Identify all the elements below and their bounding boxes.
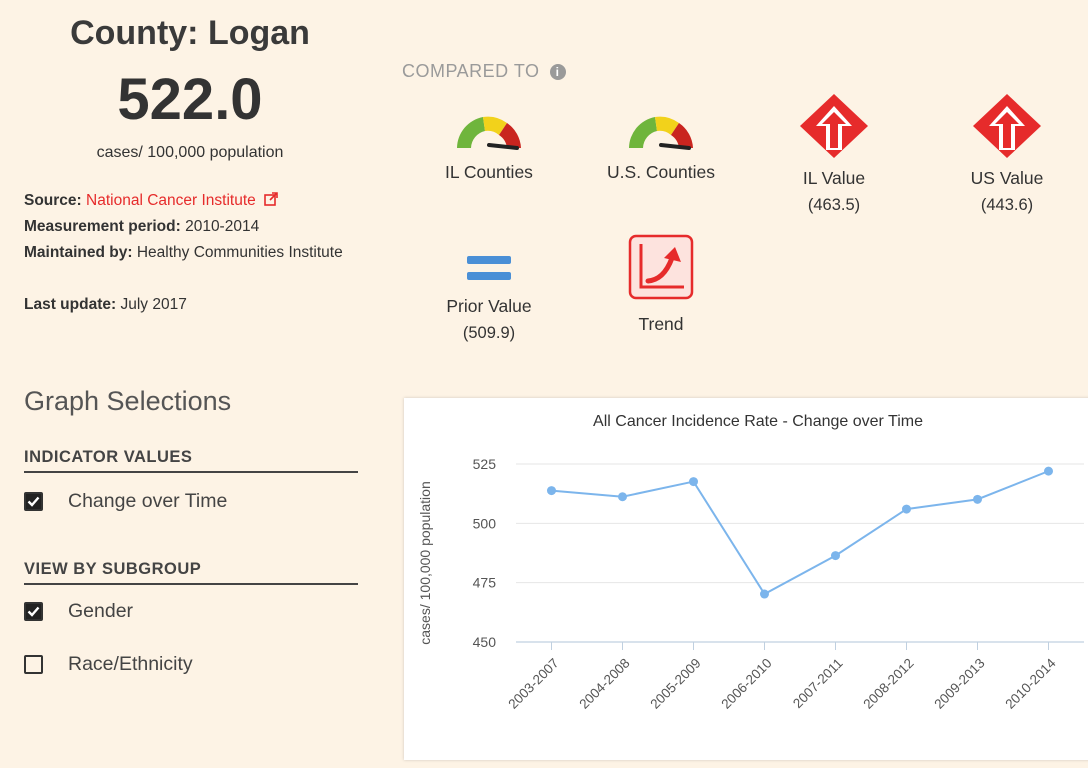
chart-title: All Cancer Incidence Rate - Change over …	[593, 413, 923, 430]
data-point	[902, 504, 911, 514]
update-value: July 2017	[120, 296, 187, 313]
compared-to-heading: COMPARED TO i	[402, 61, 566, 82]
last-update-line: Last update: July 2017	[24, 292, 364, 317]
us-value-label: US Value	[970, 168, 1044, 188]
series-line	[551, 470, 1049, 596]
x-tick-label: 2008-2012	[860, 656, 916, 712]
x-tick-label: 2005-2009	[647, 656, 703, 712]
checkmark-icon	[27, 606, 40, 617]
measurement-period-line: Measurement period: 2010-2014	[24, 214, 364, 239]
equals-icon	[467, 256, 511, 280]
indicator-unit: cases/ 100,000 population	[96, 144, 284, 161]
gender-label[interactable]: Gender	[68, 600, 133, 623]
gender-option[interactable]: Gender	[24, 600, 133, 623]
gauge-icon	[457, 116, 521, 150]
compare-il-value[interactable]: IL Value (463.5)	[754, 92, 914, 217]
data-point	[618, 492, 627, 502]
maintained-by-line: Maintained by: Healthy Communities Insti…	[24, 240, 354, 265]
period-label: Measurement period:	[24, 218, 181, 235]
race-ethnicity-label[interactable]: Race/Ethnicity	[68, 653, 193, 676]
chart-card: All Cancer Incidence Rate - Change over …	[404, 398, 1088, 760]
gender-checkbox[interactable]	[24, 602, 43, 621]
prior-value-label: Prior Value	[446, 296, 532, 316]
compare-trend[interactable]: Trend	[581, 234, 741, 339]
source-link[interactable]: National Cancer Institute	[86, 192, 278, 209]
il-value-label: IL Value	[802, 168, 866, 188]
y-axis-label: cases/ 100,000 population	[417, 481, 433, 644]
x-tick-label: 2004-2008	[576, 656, 632, 712]
x-tick-label: 2009-2013	[931, 656, 987, 712]
compare-us-value[interactable]: US Value (443.6)	[927, 92, 1087, 217]
il-value-number: (463.5)	[807, 196, 861, 214]
x-tick-label: 2007-2011	[790, 656, 846, 712]
data-point	[689, 477, 698, 487]
y-tick-label: 500	[473, 515, 497, 531]
data-point	[973, 494, 982, 504]
compare-il-counties[interactable]: IL Counties	[409, 104, 569, 187]
us-counties-label: U.S. Counties	[607, 162, 715, 182]
race-ethnicity-checkbox[interactable]	[24, 655, 43, 674]
gauge-icon	[629, 116, 693, 150]
data-point	[547, 486, 556, 496]
up-arrow-alert-icon	[800, 94, 868, 158]
x-tick-label: 2006-2010	[718, 656, 774, 712]
us-value-number: (443.6)	[980, 196, 1034, 214]
data-point	[831, 551, 840, 561]
trend-up-icon	[628, 234, 694, 300]
period-value: 2010-2014	[185, 218, 260, 235]
change-over-time-checkbox[interactable]	[24, 492, 43, 511]
data-point	[1044, 466, 1053, 476]
info-icon[interactable]: i	[549, 64, 566, 80]
prior-value-number: (509.9)	[462, 324, 516, 342]
y-tick-label: 475	[473, 575, 497, 591]
compare-prior-value[interactable]: Prior Value (509.9)	[409, 250, 569, 345]
compare-us-counties[interactable]: U.S. Counties	[581, 104, 741, 187]
view-by-subgroup-heading: VIEW BY SUBGROUP	[24, 560, 358, 585]
x-tick-label: 2003-2007	[505, 656, 561, 712]
up-arrow-alert-icon	[973, 94, 1041, 158]
indicator-value: 522.0	[117, 67, 263, 132]
source-line: Source: National Cancer Institute	[24, 188, 364, 213]
indicator-values-heading: INDICATOR VALUES	[24, 448, 358, 473]
source-label: Source:	[24, 192, 82, 209]
compared-to-label: COMPARED TO	[402, 61, 540, 81]
external-link-icon[interactable]	[264, 192, 278, 206]
county-title: County: Logan	[70, 14, 310, 52]
checkmark-icon	[27, 496, 40, 507]
update-label: Last update:	[24, 296, 117, 313]
il-counties-label: IL Counties	[445, 162, 533, 182]
data-point	[760, 589, 769, 599]
x-tick-label: 2010-2014	[1002, 655, 1059, 712]
y-tick-label: 450	[473, 634, 497, 650]
maintained-label: Maintained by:	[24, 244, 133, 261]
change-over-time-option[interactable]: Change over Time	[24, 490, 227, 513]
y-tick-label: 525	[473, 456, 497, 472]
maintained-value: Healthy Communities Institute	[136, 244, 343, 261]
race-ethnicity-option[interactable]: Race/Ethnicity	[24, 653, 193, 676]
trend-label: Trend	[638, 314, 684, 334]
change-over-time-label[interactable]: Change over Time	[68, 490, 227, 513]
graph-selections-heading: Graph Selections	[24, 386, 232, 416]
source-link-text[interactable]: National Cancer Institute	[86, 192, 256, 209]
line-chart: All Cancer Incidence Rate - Change over …	[417, 413, 1084, 712]
